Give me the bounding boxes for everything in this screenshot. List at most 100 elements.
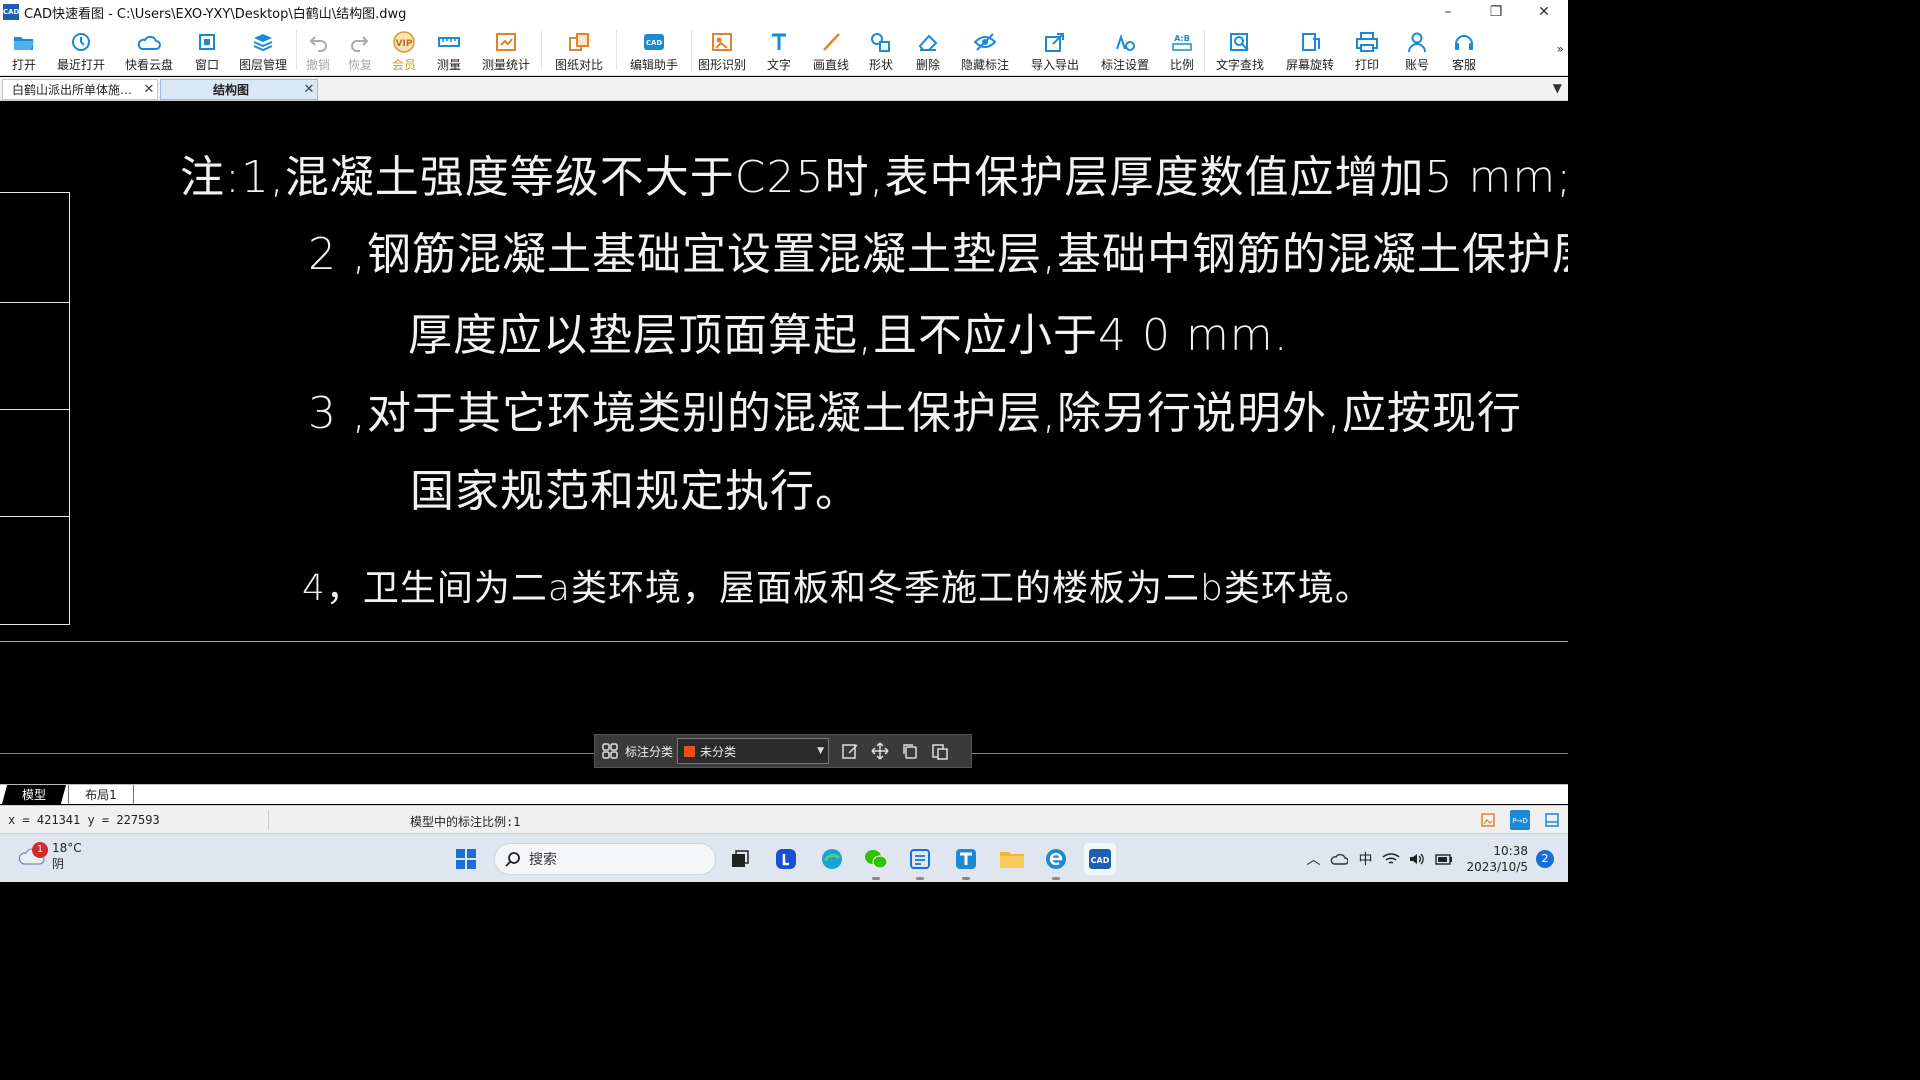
image-export-icon[interactable]	[1478, 810, 1498, 830]
hide-annotation-button[interactable]: 隐藏标注	[950, 24, 1020, 76]
text-search-button[interactable]: 文字查找	[1205, 24, 1275, 76]
drawing-table-cell	[0, 409, 70, 517]
shapes-button[interactable]: 形状	[856, 24, 906, 76]
recent-open-label: 最近打开	[56, 58, 105, 72]
undo-button[interactable]: 撤销	[297, 24, 339, 76]
headset-icon	[1451, 30, 1477, 54]
grid-icon[interactable]	[595, 736, 625, 766]
l-app-icon	[776, 849, 796, 869]
text-search-icon	[1227, 30, 1253, 54]
cad-viewer-taskbar-button[interactable]: CAD	[1084, 843, 1116, 875]
tab-baiheshan-police[interactable]: 白鹤山派出所单体施… ✕	[2, 79, 158, 100]
browser-button[interactable]	[1040, 843, 1072, 880]
window-button[interactable]: 窗口	[184, 24, 230, 76]
shapes-icon	[868, 30, 894, 54]
todo-app-button[interactable]	[904, 843, 936, 880]
note-line-3: 厚度应以垫层顶面算起,且不应小于4 0 mm.	[408, 310, 1289, 361]
measure-button[interactable]: 测量	[427, 24, 471, 76]
print-button[interactable]: 打印	[1345, 24, 1389, 76]
edit-assistant-icon: CAD	[641, 30, 667, 54]
account-label: 账号	[1404, 58, 1429, 72]
drawing-compare-label: 图纸对比	[554, 58, 603, 72]
delete-button[interactable]: 删除	[906, 24, 950, 76]
weather-widget[interactable]: 1 18°C 阴	[18, 840, 82, 872]
start-button[interactable]	[450, 843, 482, 875]
taskbar-search[interactable]: 搜索	[494, 843, 716, 875]
layer-manager-button[interactable]: 图层管理	[230, 24, 296, 76]
scale-icon: A:B	[1169, 30, 1195, 54]
wechat-icon	[865, 850, 888, 869]
cad-app-icon: CAD	[3, 4, 19, 20]
scale-button[interactable]: A:B 比例	[1160, 24, 1204, 76]
file-explorer-button[interactable]	[996, 843, 1028, 875]
onedrive-cloud-icon[interactable]	[1328, 848, 1350, 870]
panel-toggle-icon[interactable]	[1542, 810, 1562, 830]
ime-indicator[interactable]: 中	[1354, 848, 1376, 870]
annotation-settings-button[interactable]: 标注设置	[1090, 24, 1160, 76]
screen-rotate-button[interactable]: 屏幕旋转	[1275, 24, 1345, 76]
ruler-icon	[436, 30, 462, 54]
vip-button[interactable]: VIP 会员	[381, 24, 427, 76]
compare-icon	[566, 30, 592, 54]
tab-model[interactable]: 模型	[2, 785, 66, 804]
hide-annotation-label: 隐藏标注	[960, 58, 1009, 72]
text-search-label: 文字查找	[1215, 58, 1264, 72]
volume-icon[interactable]	[1406, 848, 1428, 870]
drawing-canvas[interactable]: 注:1,混凝土强度等级不大于C25时,表中保护层厚度数值应增加5 mm; 2 ,…	[0, 101, 1568, 784]
task-list-icon	[910, 849, 930, 869]
draw-line-button[interactable]: 画直线	[806, 24, 856, 76]
windows-taskbar: 1 18°C 阴 搜索 CAD ︿ 中 10:38 2023/10/5 2	[0, 833, 1568, 882]
system-tray: ︿ 中 10:38 2023/10/5 2	[1300, 834, 1568, 883]
close-icon[interactable]: ✕	[141, 82, 157, 97]
drawing-compare-button[interactable]: 图纸对比	[542, 24, 616, 76]
tab-layout1[interactable]: 布局1	[68, 785, 134, 804]
tab-list-dropdown-icon[interactable]: ▼	[1553, 81, 1562, 95]
recent-open-button[interactable]: 最近打开	[48, 24, 114, 76]
svg-text:CAD: CAD	[646, 39, 663, 47]
notification-badge[interactable]: 2	[1536, 849, 1554, 868]
status-icons: P→D	[1478, 810, 1562, 830]
battery-icon[interactable]	[1432, 848, 1454, 870]
measure-stats-button[interactable]: 测量统计	[471, 24, 541, 76]
edge-browser-button[interactable]	[816, 843, 848, 875]
customer-service-button[interactable]: 客服	[1445, 24, 1483, 76]
layers-icon	[250, 30, 276, 54]
task-view-button[interactable]	[724, 843, 756, 875]
import-export-button[interactable]: 导入导出	[1020, 24, 1090, 76]
tab-label: 结构图	[212, 83, 249, 97]
note-line-2: 2 ,钢筋混凝土基础宜设置混凝土垫层,基础中钢筋的混凝土保护层	[308, 229, 1568, 280]
close-button[interactable]: ✕	[1520, 0, 1568, 24]
annotation-category-select[interactable]: 未分类 ▼	[677, 738, 830, 764]
redo-button[interactable]: 恢复	[339, 24, 381, 76]
tab-structure-drawing[interactable]: 结构图 ✕	[160, 79, 318, 100]
import-export-icon	[1042, 30, 1068, 54]
move-icon[interactable]	[865, 736, 895, 766]
account-button[interactable]: 账号	[1389, 24, 1445, 76]
cad-app-icon: CAD	[1089, 849, 1111, 869]
typing-app-button[interactable]	[950, 843, 982, 880]
close-icon[interactable]: ✕	[301, 82, 317, 97]
paste-icon[interactable]	[925, 736, 955, 766]
lenovo-app-button[interactable]	[770, 843, 802, 875]
open-button[interactable]: 打开	[0, 24, 48, 76]
drawing-guide-line	[0, 641, 1568, 642]
clock[interactable]: 10:38 2023/10/5	[1466, 843, 1528, 875]
wechat-button[interactable]	[860, 843, 892, 880]
annotation-settings-label: 标注设置	[1100, 58, 1149, 72]
chevron-up-icon[interactable]: ︿	[1302, 848, 1324, 870]
text-button[interactable]: 文字	[752, 24, 806, 76]
svg-text:CAD: CAD	[1091, 856, 1110, 865]
shape-recognition-button[interactable]: 图形识别	[692, 24, 752, 76]
toolbar-more-button[interactable]: »	[1557, 42, 1564, 56]
edit-assistant-button[interactable]: CAD 编辑助手	[617, 24, 691, 76]
pdf-convert-icon[interactable]: P→D	[1510, 810, 1530, 830]
minimize-button[interactable]: –	[1424, 0, 1472, 24]
window-title: CAD快速看图 - C:\Users\EXO-YXY\Desktop\白鹤山\结…	[24, 6, 407, 22]
wifi-icon[interactable]	[1380, 848, 1402, 870]
cloud-disk-button[interactable]: 快看云盘	[114, 24, 184, 76]
restore-button[interactable]: ❐	[1472, 0, 1520, 24]
copy-icon[interactable]	[895, 736, 925, 766]
browser-e-icon	[1046, 849, 1066, 869]
weather-temperature: 18°C	[52, 841, 82, 855]
edit-icon[interactable]	[835, 736, 865, 766]
